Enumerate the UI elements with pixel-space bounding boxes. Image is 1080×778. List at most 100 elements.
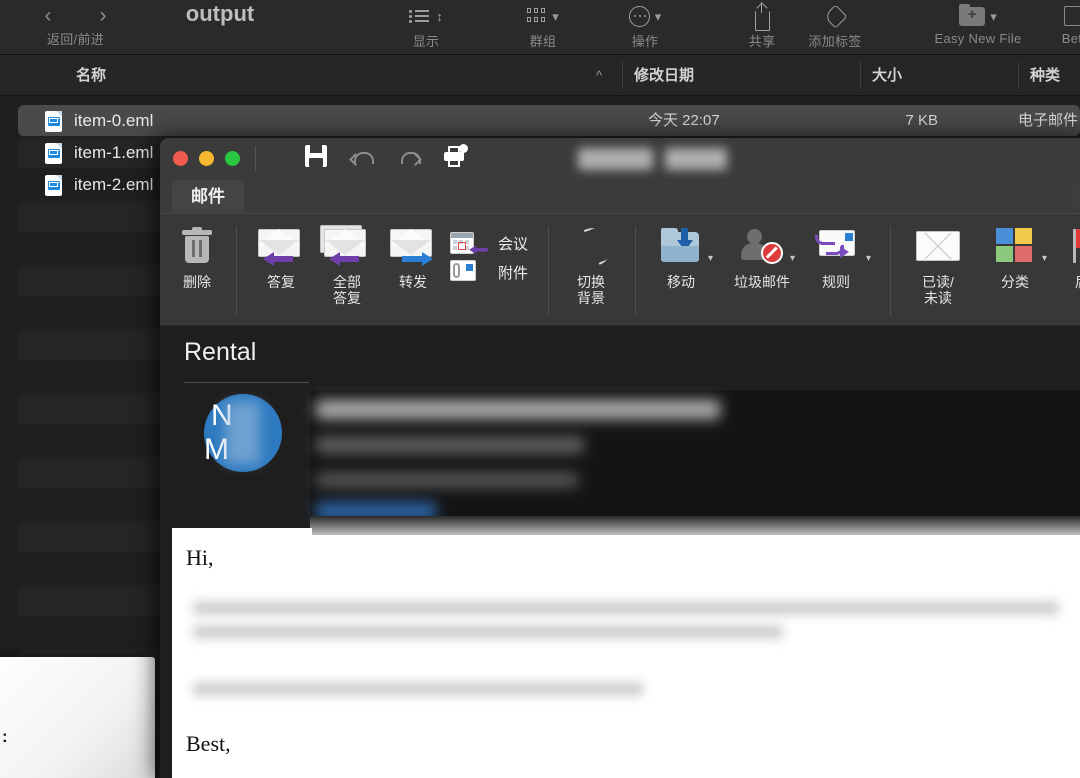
print-icon[interactable] — [444, 144, 468, 167]
redo-icon[interactable] — [397, 145, 421, 167]
file-name: item-2.eml — [74, 175, 154, 194]
column-header-kind[interactable]: 种类 — [1030, 55, 1060, 96]
ribbon-button-label: 转发 — [399, 274, 427, 290]
eml-file-icon — [45, 143, 62, 164]
ribbon-button-reply[interactable]: 答复 — [250, 222, 312, 290]
redacted-meta-line — [316, 473, 578, 487]
ribbon-button-label: 全部 答复 — [333, 274, 361, 306]
tab-mail[interactable]: 邮件 — [172, 180, 244, 214]
ribbon-button-label: 切换 背景 — [577, 274, 605, 306]
move-folder-icon — [661, 228, 701, 262]
chevron-down-icon[interactable]: ▾ — [790, 254, 795, 264]
minimize-button[interactable] — [199, 151, 214, 166]
chevron-down-icon[interactable]: ▾ — [708, 254, 713, 264]
outlook-titlebar — [160, 138, 1080, 180]
nav-back-forward-group[interactable]: ‹ › 返回/前进 — [28, 2, 123, 52]
ribbon-button-label: 已读/ 未读 — [922, 274, 954, 306]
column-divider[interactable] — [622, 62, 623, 89]
ribbon-separator — [635, 226, 636, 316]
chevron-left-icon[interactable]: ‹ — [45, 5, 52, 26]
finder-window-title: output — [185, 1, 255, 26]
eml-file-icon — [45, 111, 62, 132]
finder-column-headers: 名称 ^ 修改日期 大小 种类 — [0, 55, 1080, 96]
redacted-body-line — [193, 682, 643, 696]
ribbon-button-label: 删除 — [183, 274, 211, 290]
toolbar-item-view[interactable]: ↕ 显示 — [388, 2, 464, 54]
panel-marker-text: : — [2, 727, 9, 746]
subject-divider — [184, 382, 309, 383]
finder-toolbar: ‹ › 返回/前进 output ↕ 显示 ▾ 群组 ▾ 操作 共享 添加标签 … — [0, 0, 1080, 55]
redacted-sender-name — [316, 400, 720, 419]
file-name: item-0.eml — [74, 111, 154, 130]
flag-icon — [1073, 229, 1080, 263]
reply-all-icon — [320, 225, 370, 266]
ribbon-button-label: 垃圾邮件 — [734, 274, 790, 290]
moon-icon — [575, 228, 607, 264]
file-name: item-1.eml — [74, 143, 154, 162]
zoom-button[interactable] — [225, 151, 240, 166]
save-icon[interactable] — [305, 145, 327, 167]
tag-icon — [822, 3, 848, 29]
window-controls[interactable] — [173, 151, 240, 166]
toolbar-item-label: 共享 — [748, 34, 776, 49]
sort-indicator-icon: ^ — [596, 68, 603, 83]
outlook-tabbar: 邮件 — [160, 180, 1080, 214]
toolbar-item-actions[interactable]: ▾ 操作 — [607, 2, 683, 54]
file-size: 7 KB — [905, 112, 938, 129]
ribbon-stacked-group: 会议 附件 — [450, 232, 546, 292]
ribbon-button-categorize[interactable]: 分类 — [984, 222, 1046, 290]
column-header-date[interactable]: 修改日期 — [634, 55, 694, 96]
toolbar-item-label: Easy New File — [934, 31, 1022, 46]
ribbon-separator — [890, 226, 891, 316]
column-divider[interactable] — [860, 62, 861, 89]
toolbar-item-share[interactable]: 共享 — [724, 1, 800, 54]
column-header-name[interactable]: 名称 — [76, 55, 106, 96]
redacted-title-text — [665, 148, 727, 170]
ribbon-button-label: 附件 — [498, 265, 529, 282]
ribbon-button-followup[interactable]: 后续 — [1058, 222, 1080, 290]
ribbon-button-label: 答复 — [267, 274, 295, 290]
chevron-down-icon: ▾ — [990, 8, 997, 24]
avatar: N M — [204, 394, 282, 472]
ribbon-button-reply-all[interactable]: 全部 答复 — [316, 222, 378, 306]
ribbon-button-move[interactable]: 移动 — [650, 222, 712, 290]
toolbar-item-easy-new-file[interactable]: ▾ Easy New File — [903, 2, 1053, 54]
avatar-redaction — [225, 402, 260, 464]
toolbar-item-better[interactable]: Bet — [1042, 2, 1080, 54]
ribbon-button-forward[interactable]: 转发 — [382, 222, 444, 290]
chevron-updown-icon: ↕ — [436, 8, 443, 24]
toolbar-item-group[interactable]: ▾ 群组 — [505, 2, 581, 54]
eml-file-icon — [45, 175, 62, 196]
outlook-ribbon: 删除 答复 全部 答复 转发 会议 附件 切换 背景 移动 ▾ 垃圾邮件 ▾ 规… — [160, 214, 1080, 326]
ribbon-separator — [236, 226, 237, 316]
close-button[interactable] — [173, 151, 188, 166]
undo-icon[interactable] — [350, 145, 374, 167]
forward-icon — [390, 227, 436, 266]
chevron-down-icon[interactable]: ▾ — [1042, 254, 1047, 264]
categorize-icon — [996, 228, 1034, 264]
attachment-icon — [450, 260, 476, 281]
ribbon-button-read-unread[interactable]: 已读/ 未读 — [902, 222, 974, 306]
column-divider[interactable] — [1018, 62, 1019, 89]
better-icon — [1063, 6, 1080, 26]
ribbon-button-toggle-background[interactable]: 切换 背景 — [560, 222, 622, 306]
chevron-down-icon[interactable]: ▾ — [866, 254, 871, 264]
table-row[interactable]: item-0.eml 今天 22:07 7 KB 电子邮件 — [18, 105, 1080, 136]
ribbon-button-delete[interactable]: 删除 — [166, 222, 228, 290]
toolbar-item-add-tag[interactable]: 添加标签 — [797, 2, 873, 54]
file-date: 今天 22:07 — [648, 112, 720, 129]
chevron-down-icon: ▾ — [552, 8, 559, 24]
chevron-right-icon[interactable]: › — [100, 5, 107, 26]
redacted-recipient-line — [316, 437, 584, 453]
junk-icon — [741, 229, 783, 264]
ribbon-button-label: 移动 — [667, 274, 695, 290]
ribbon-button-label: 后续 — [1058, 274, 1080, 290]
toolbar-item-label: 添加标签 — [808, 34, 862, 49]
toolbar-item-label: 群组 — [529, 34, 557, 49]
toolbar-item-label: Bet — [1061, 31, 1080, 46]
ribbon-button-rules[interactable]: 规则 — [805, 222, 867, 290]
column-header-size[interactable]: 大小 — [872, 55, 902, 96]
toolbar-divider — [255, 146, 256, 171]
tab-overflow-button[interactable] — [1070, 185, 1080, 209]
ribbon-button-label: 会议 — [498, 236, 529, 253]
